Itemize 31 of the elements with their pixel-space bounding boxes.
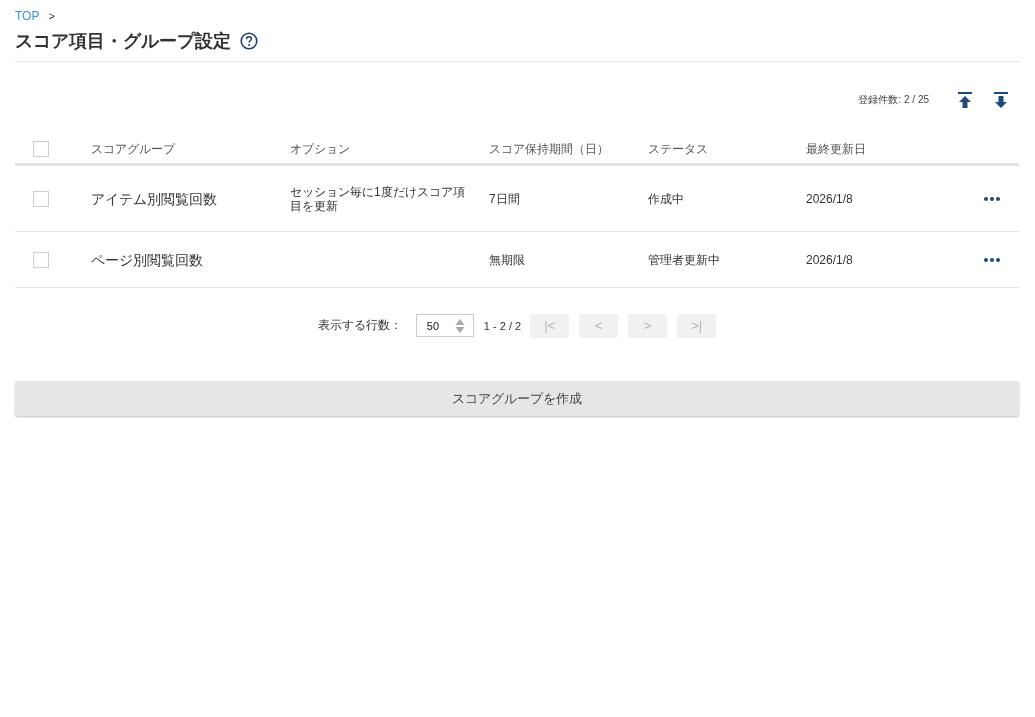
record-count: 登録件数: 2 / 25 [858, 93, 929, 107]
breadcrumb-separator: > [48, 9, 55, 23]
more-icon[interactable] [984, 197, 1000, 201]
checkbox[interactable] [33, 141, 49, 157]
rows-per-page-label: 表示する行数： [317, 317, 402, 334]
rows-per-page-select[interactable]: 50 [415, 314, 474, 337]
more-icon[interactable] [984, 258, 1000, 262]
table-cell-text: セッション毎に1度だけスコア項目を更新 [290, 185, 466, 213]
checkbox[interactable] [33, 252, 49, 268]
column-header: スコア保持期間（日） [489, 142, 609, 156]
table-cell: 2026/1/8 [806, 192, 853, 206]
column-header: オプション [290, 142, 350, 156]
table-cell: 作成中 [648, 192, 684, 206]
spinner-icon [454, 317, 465, 334]
table-cell: 管理者更新中 [648, 253, 720, 267]
table-cell: アイテム別閲覧回数 [91, 190, 217, 208]
table-cell: 2026/1/8 [806, 253, 853, 267]
breadcrumb-link[interactable]: TOP [15, 9, 40, 23]
help-icon[interactable] [240, 32, 258, 50]
page-title: スコア項目・グループ設定 [15, 30, 231, 53]
table-cell: 無期限 [489, 253, 525, 267]
column-header: ステータス [648, 142, 708, 156]
table-cell: ページ別閲覧回数 [91, 251, 203, 269]
download-icon[interactable] [994, 92, 1008, 108]
create-group-button[interactable]: スコアグループを作成 [15, 381, 1019, 416]
column-header: スコアグループ [91, 142, 175, 156]
table-cell: 7日間 [489, 192, 520, 206]
column-header: 最終更新日 [806, 142, 866, 156]
checkbox[interactable] [33, 191, 49, 207]
page-range: 1 - 2 / 2 [483, 319, 522, 332]
upload-icon[interactable] [958, 92, 972, 108]
